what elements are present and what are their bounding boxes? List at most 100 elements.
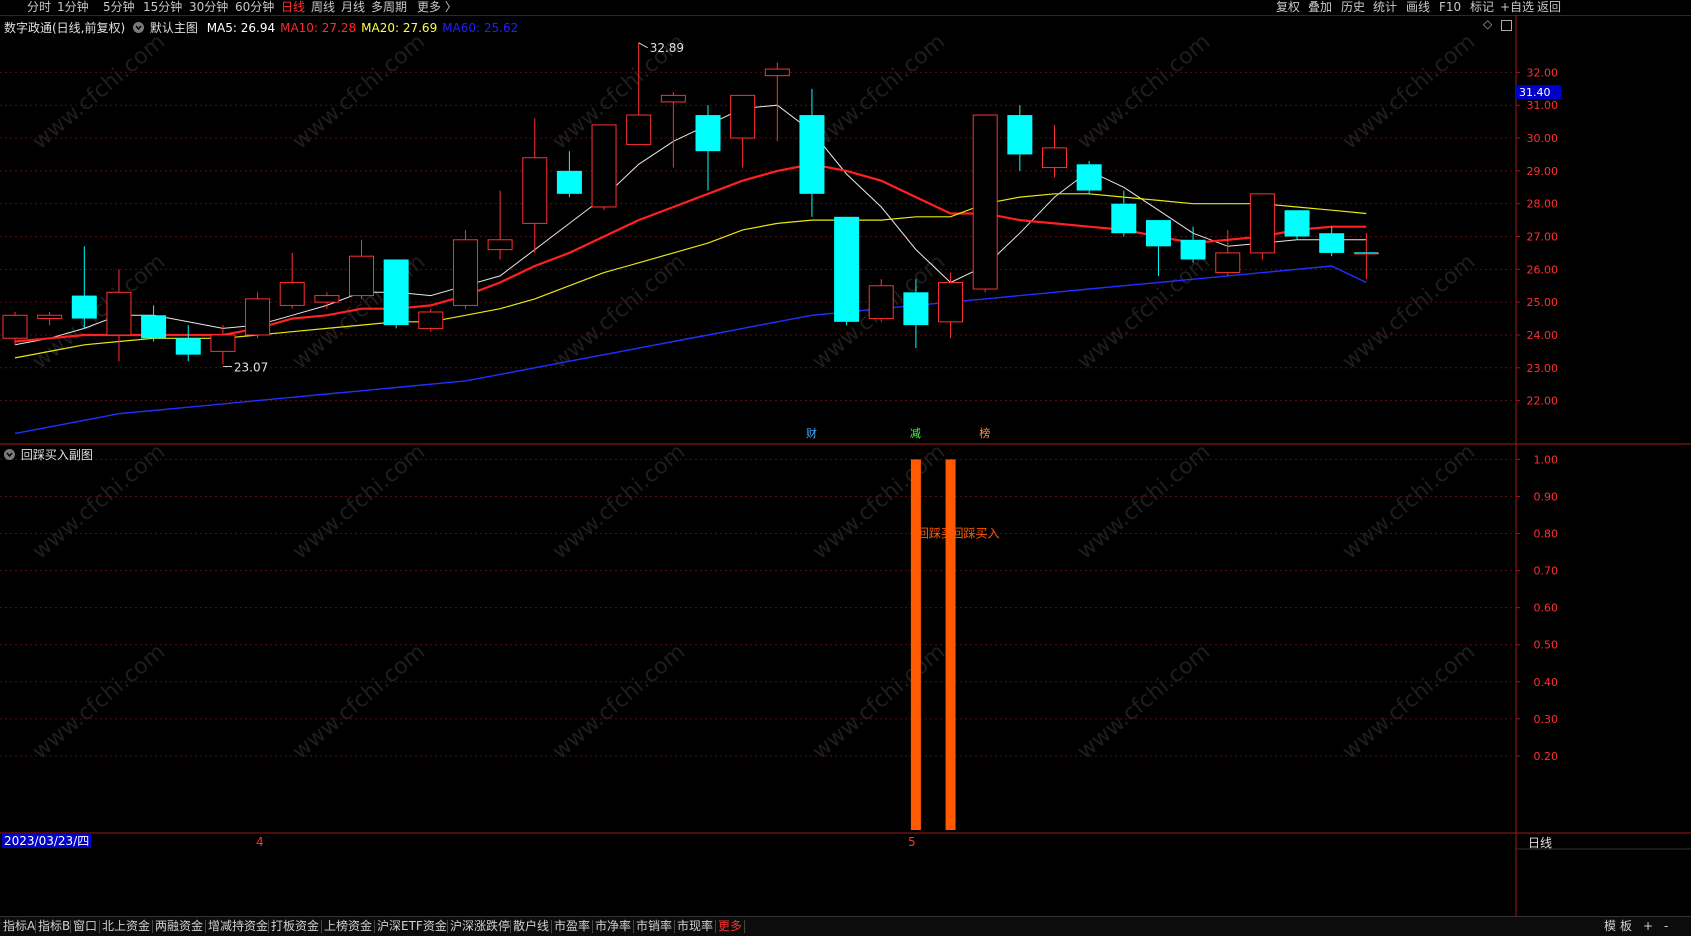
window-icon[interactable] [1501, 20, 1512, 31]
candle [245, 292, 271, 339]
tab-separator [70, 920, 71, 933]
candle-body-up [452, 239, 478, 306]
watermark-21: www.cfchi.com [808, 639, 950, 764]
candle-body-down [1007, 115, 1033, 155]
candle [1076, 161, 1102, 194]
stock-chart[interactable]: www.cfchi.com www.cfchi.com www.cfchi.com w… [0, 0, 1691, 935]
watermark-20: www.cfchi.com [548, 639, 690, 764]
indicator-tab-5[interactable]: 增减持资金 [208, 917, 268, 936]
theme-label[interactable]: 默认主图 [150, 21, 198, 35]
candle-body-down [71, 295, 97, 319]
candle [730, 94, 756, 168]
candle [972, 114, 998, 293]
event-marker-0[interactable]: 财 [806, 426, 817, 440]
signal-label: 回踩买 [917, 527, 953, 541]
candle [314, 292, 340, 309]
candle [1007, 105, 1033, 171]
high-annotation: 32.89 [650, 41, 684, 55]
candle-body-down [1111, 203, 1137, 234]
candle-body-up [1215, 252, 1241, 274]
candle [764, 62, 790, 142]
candle-body-up [279, 281, 305, 306]
indicator-tab-4[interactable]: 两融资金 [155, 917, 203, 936]
panel-control-1[interactable]: 板 [1620, 917, 1632, 936]
ma-legend-0: MA5: 26.94 [206, 21, 276, 35]
indicator-tab-10[interactable]: 散户线 [513, 917, 549, 936]
price-tick-label: 26.00 [1527, 263, 1559, 276]
stock-title: 数字政通(日线,前复权) [4, 21, 126, 35]
signal-bar [945, 459, 956, 830]
indicator-tab-14[interactable]: 市现率 [677, 917, 713, 936]
candle-body-up [660, 94, 686, 103]
indicator-tick-label: 0.90 [1534, 490, 1559, 503]
event-marker-1[interactable]: 减 [910, 427, 921, 440]
price-tick-label: 32.00 [1527, 66, 1559, 79]
tab-separator [321, 920, 322, 933]
ma-legend-1: MA10: 27.28 [280, 21, 357, 35]
sub-title[interactable]: 回踩买入副图 [21, 448, 93, 462]
candle [591, 124, 617, 211]
high-pointer [638, 42, 648, 49]
candle-body-up [487, 239, 513, 251]
watermark-22: www.cfchi.com [1073, 639, 1215, 764]
panel-control-2[interactable]: + [1643, 917, 1653, 936]
candle [556, 151, 582, 198]
price-tick-label: 28.00 [1527, 198, 1559, 211]
candle-body-up [418, 311, 444, 329]
indicator-tab-7[interactable]: 上榜资金 [324, 917, 372, 936]
indicator-tab-6[interactable]: 打板资金 [271, 917, 319, 936]
watermark-0: www.cfchi.com [28, 29, 170, 154]
candle-body-up [591, 124, 617, 208]
indicator-tab-3[interactable]: 北上资金 [102, 917, 150, 936]
indicator-axis: 0.20 0.30 0.40 0.50 0.60 0.70 0.80 0.90 1.00 [1516, 453, 1559, 763]
month-label-5: 5 [908, 835, 916, 849]
chevron-down-icon[interactable] [133, 22, 145, 33]
indicator-tab-0[interactable]: 指标A [3, 917, 35, 936]
watermark-23: www.cfchi.com [1338, 639, 1480, 764]
indicator-tick-label: 0.50 [1534, 639, 1559, 652]
candle-body-up [938, 281, 964, 323]
indicator-tab-1[interactable]: 指标B [38, 917, 70, 936]
indicator-tick-label: 0.30 [1534, 713, 1559, 726]
watermark-6: www.cfchi.com [28, 249, 170, 374]
candle-body-up [2, 314, 28, 339]
price-tick-label: 24.00 [1527, 329, 1559, 342]
watermark-11: www.cfchi.com [1338, 249, 1480, 374]
indicator-tab-9[interactable]: 沪深涨跌停 [450, 917, 510, 936]
low-annotation: 23.07 [234, 361, 268, 375]
month-label-4: 4 [256, 835, 264, 849]
watermark-15: www.cfchi.com [808, 439, 950, 564]
candle [279, 252, 305, 309]
candle [1249, 193, 1275, 260]
tab-separator [374, 920, 375, 933]
candle-body-down [1284, 210, 1310, 237]
watermark-10: www.cfchi.com [1073, 249, 1215, 374]
diamond-icon[interactable]: ◇ [1483, 17, 1492, 31]
event-marker-2[interactable]: 榜 [979, 426, 990, 440]
indicator-tab-11[interactable]: 市盈率 [554, 917, 590, 936]
price-tick-label: 29.00 [1527, 165, 1559, 178]
tab-separator [205, 920, 206, 933]
indicator-tick-label: 0.40 [1534, 676, 1559, 689]
candle [452, 229, 478, 309]
candle [71, 246, 97, 329]
ma-line-MA10 [14, 163, 1367, 343]
candle [834, 216, 860, 326]
indicator-tab-13[interactable]: 市销率 [636, 917, 672, 936]
panel-control-0[interactable]: 模 [1604, 917, 1616, 936]
candle-body-up [626, 114, 652, 146]
candle [1042, 124, 1067, 178]
indicator-tab-15[interactable]: 更多 [718, 917, 742, 936]
candle [868, 279, 894, 322]
indicator-tab-2[interactable]: 窗口 [73, 917, 97, 936]
indicator-tab-12[interactable]: 市净率 [595, 917, 631, 936]
tab-separator [715, 920, 716, 933]
candle [349, 239, 374, 299]
chevron-down-icon[interactable] [4, 449, 15, 460]
panel-control-3[interactable]: - [1664, 917, 1668, 936]
candle-body-up [1042, 147, 1067, 169]
candle-body-up [210, 334, 236, 352]
indicator-tick-label: 1.00 [1534, 453, 1559, 466]
tab-separator [551, 920, 552, 933]
indicator-tab-8[interactable]: 沪深ETF资金 [377, 917, 447, 936]
